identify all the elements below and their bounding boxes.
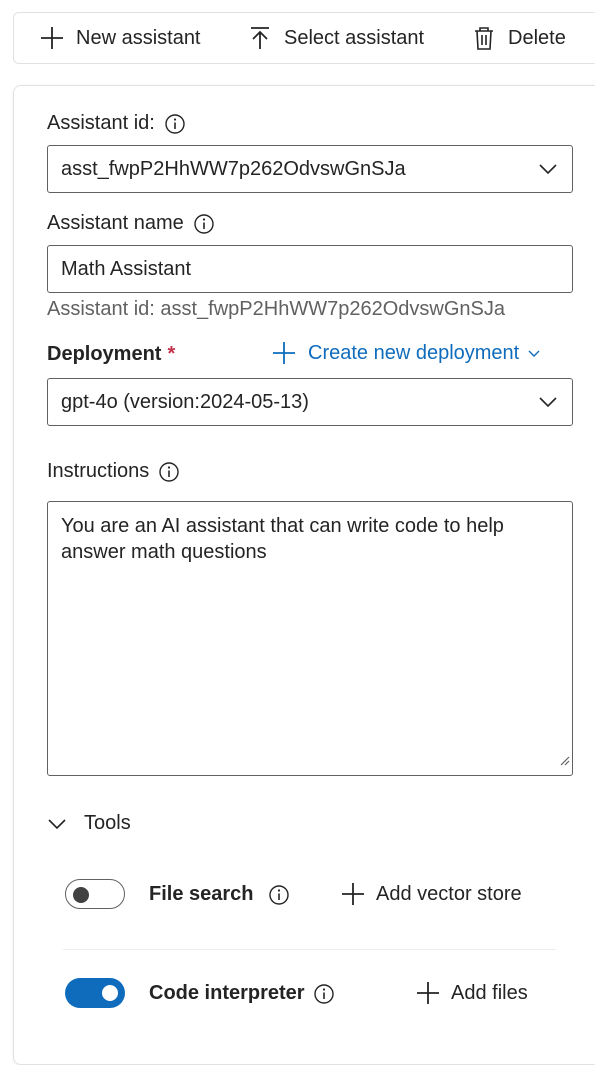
add-files-label: Add files xyxy=(451,981,528,1004)
chevron-down-icon xyxy=(528,347,540,359)
file-search-name: File search xyxy=(149,883,254,905)
select-assistant-button[interactable]: Select assistant xyxy=(246,24,424,52)
assistant-name-label: Assistant name xyxy=(47,212,215,235)
chevron-down-icon xyxy=(538,392,558,418)
assistant-name-label-text: Assistant name xyxy=(47,212,184,234)
tools-section-toggle[interactable]: Tools xyxy=(47,812,131,835)
chevron-down-icon xyxy=(538,159,558,185)
instructions-label-text: Instructions xyxy=(47,460,150,482)
chevron-down-icon xyxy=(47,814,67,834)
assistant-name-input[interactable]: Math Assistant xyxy=(47,245,573,293)
assistant-id-dropdown[interactable]: asst_fwpP2HhWW7p262OdvswGnSJa xyxy=(47,145,573,193)
delete-button[interactable]: Delete xyxy=(470,24,566,52)
delete-label: Delete xyxy=(508,26,566,49)
toggle-knob xyxy=(73,887,89,903)
create-deployment-label: Create new deployment xyxy=(308,341,520,364)
code-interpreter-name: Code interpreter xyxy=(149,982,305,1004)
tools-header: Tools xyxy=(84,812,131,834)
required-mark: * xyxy=(167,343,176,365)
code-interpreter-label: Code interpreter xyxy=(149,982,335,1005)
plus-icon xyxy=(271,340,297,366)
trash-icon xyxy=(470,24,498,52)
info-icon[interactable] xyxy=(268,884,290,906)
assistant-id-label: Assistant id: xyxy=(47,112,186,135)
add-vector-store-button[interactable]: Add vector store xyxy=(340,881,522,907)
assistant-name-value: Math Assistant xyxy=(61,257,192,280)
assistant-id-label-text: Assistant id: xyxy=(47,112,155,134)
instructions-label: Instructions xyxy=(47,460,180,483)
plus-icon xyxy=(415,980,441,1006)
assistant-id-value: asst_fwpP2HhWW7p262OdvswGnSJa xyxy=(61,157,406,180)
upload-arrow-icon xyxy=(246,24,274,52)
resize-handle-icon[interactable] xyxy=(558,747,570,773)
divider xyxy=(63,949,556,950)
select-assistant-label: Select assistant xyxy=(284,26,425,49)
deployment-label: Deployment * xyxy=(47,343,175,366)
plus-icon xyxy=(38,24,66,52)
info-icon[interactable] xyxy=(313,983,335,1005)
info-icon[interactable] xyxy=(158,461,180,483)
assistant-id-hint: Assistant id: asst_fwpP2HhWW7p262OdvswGn… xyxy=(47,298,505,320)
instructions-textarea[interactable]: You are an AI assistant that can write c… xyxy=(47,501,573,776)
toolbar: New assistant Select assistant Delete xyxy=(13,12,595,64)
code-interpreter-toggle[interactable] xyxy=(65,978,125,1008)
add-files-button[interactable]: Add files xyxy=(415,980,528,1006)
create-deployment-button[interactable]: Create new deployment xyxy=(271,340,540,366)
deployment-label-text: Deployment xyxy=(47,343,162,365)
deployment-value: gpt-4o (version:2024-05-13) xyxy=(61,390,309,413)
file-search-toggle[interactable] xyxy=(65,879,125,909)
add-vector-store-label: Add vector store xyxy=(376,882,522,905)
plus-icon xyxy=(340,881,366,907)
deployment-dropdown[interactable]: gpt-4o (version:2024-05-13) xyxy=(47,378,573,426)
new-assistant-button[interactable]: New assistant xyxy=(38,24,201,52)
instructions-value: You are an AI assistant that can write c… xyxy=(61,515,504,563)
new-assistant-label: New assistant xyxy=(76,26,201,49)
file-search-label: File search xyxy=(149,883,290,906)
toggle-knob xyxy=(102,985,118,1001)
info-icon[interactable] xyxy=(193,213,215,235)
info-icon[interactable] xyxy=(164,113,186,135)
